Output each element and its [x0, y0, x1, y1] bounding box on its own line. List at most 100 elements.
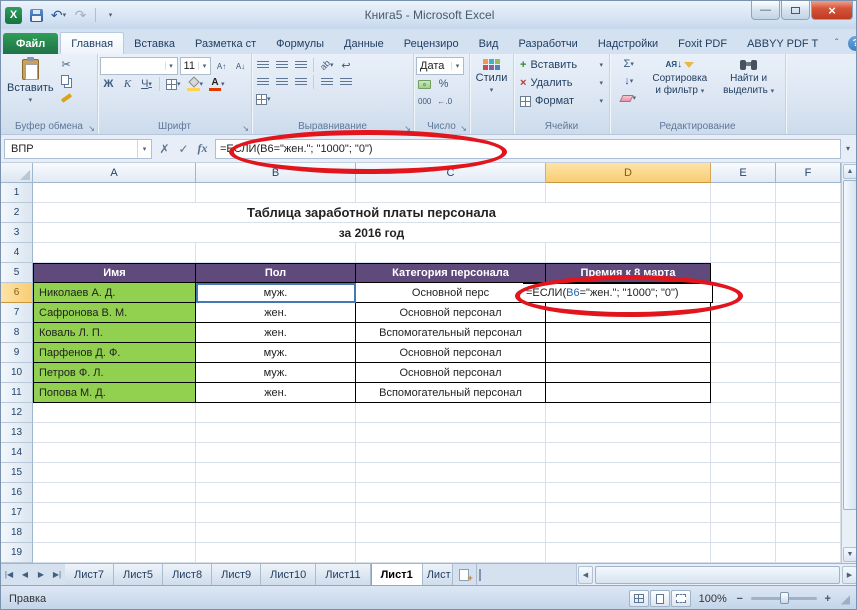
cell[interactable]: [33, 503, 196, 523]
table-cell-category[interactable]: Основной персонал: [356, 303, 546, 323]
sheet-tab[interactable]: Лист7: [65, 564, 115, 585]
sheet-tab[interactable]: Лист10: [261, 564, 317, 585]
underline-button[interactable]: Ч ▾: [138, 76, 155, 92]
cell[interactable]: [776, 343, 841, 363]
table-cell-category[interactable]: Основной персонал: [356, 343, 546, 363]
cell[interactable]: [776, 243, 841, 263]
cell[interactable]: [356, 243, 546, 263]
cell[interactable]: [711, 283, 776, 303]
italic-button[interactable]: К: [119, 76, 136, 92]
scroll-left-button[interactable]: ◀: [578, 565, 593, 584]
last-sheet-button[interactable]: ▶|: [49, 564, 65, 585]
tab-file[interactable]: Файл: [3, 33, 59, 54]
cell[interactable]: [711, 543, 776, 563]
merge-center-button[interactable]: ▾: [254, 91, 273, 107]
cell[interactable]: [196, 183, 356, 203]
undo-dropdown-icon[interactable]: ▾: [63, 11, 67, 19]
percent-style-button[interactable]: %: [435, 76, 452, 92]
row-header[interactable]: 9: [1, 343, 33, 363]
cell[interactable]: [196, 403, 356, 423]
resize-grip-icon[interactable]: ◢: [841, 592, 850, 606]
wrap-text-button[interactable]: ↩: [338, 57, 355, 73]
cell[interactable]: [356, 403, 546, 423]
customize-qat-button[interactable]: ▾: [101, 6, 120, 25]
table-cell-gender[interactable]: жен.: [196, 303, 356, 323]
excel-app-icon[interactable]: X: [5, 6, 22, 24]
autosum-button[interactable]: Σ ▾: [612, 56, 645, 72]
row-header[interactable]: 10: [1, 363, 33, 383]
name-box[interactable]: ВПР ▾: [4, 138, 152, 159]
cell[interactable]: [33, 543, 196, 563]
cell[interactable]: [776, 543, 841, 563]
column-header-c[interactable]: C: [356, 163, 546, 183]
close-button[interactable]: ×: [811, 1, 853, 20]
dialog-launcher-icon[interactable]: ↘: [242, 124, 249, 133]
row-header[interactable]: 4: [1, 243, 33, 263]
styles-button[interactable]: Стили ▾: [472, 56, 511, 97]
cell[interactable]: [711, 183, 776, 203]
table-header-cell[interactable]: Имя: [33, 263, 196, 283]
cell[interactable]: [776, 463, 841, 483]
cell[interactable]: [711, 223, 776, 243]
horizontal-scrollbar-thumb[interactable]: [595, 565, 840, 584]
find-select-button[interactable]: Найти и выделить ▾: [714, 56, 783, 106]
paste-button[interactable]: Вставить ▾: [3, 56, 58, 107]
cell[interactable]: [33, 463, 196, 483]
align-left-button[interactable]: [254, 74, 271, 90]
cell[interactable]: [546, 183, 711, 203]
cell[interactable]: [196, 523, 356, 543]
table-cell-gender[interactable]: муж.: [196, 363, 356, 383]
formula-input[interactable]: =ЕСЛИ(B6="жен."; "1000"; "0"): [215, 138, 841, 159]
cell[interactable]: [356, 543, 546, 563]
shrink-font-button[interactable]: А↓: [232, 58, 249, 74]
cell[interactable]: [776, 183, 841, 203]
fill-button[interactable]: ↓ ▾: [612, 73, 645, 89]
scroll-up-button[interactable]: ▲: [843, 164, 856, 179]
comma-style-button[interactable]: 000: [416, 93, 433, 109]
cell[interactable]: [711, 503, 776, 523]
cell[interactable]: [711, 303, 776, 323]
cell[interactable]: [776, 383, 841, 403]
cell[interactable]: [776, 523, 841, 543]
tab-addins[interactable]: Надстройки: [588, 33, 668, 54]
page-break-view-button[interactable]: [670, 590, 691, 607]
collapse-ribbon-button[interactable]: ˆ: [828, 35, 845, 51]
row-header[interactable]: 19: [1, 543, 33, 563]
row-header[interactable]: 3: [1, 223, 33, 243]
next-sheet-button[interactable]: ▶: [33, 564, 49, 585]
cell[interactable]: [33, 523, 196, 543]
sheet-tab[interactable]: Лист11: [316, 564, 371, 585]
cell[interactable]: [711, 403, 776, 423]
format-painter-button[interactable]: [58, 90, 75, 106]
cell[interactable]: [546, 363, 711, 383]
align-right-button[interactable]: [292, 74, 309, 90]
enter-entry-button[interactable]: ✓: [174, 139, 193, 158]
zoom-slider[interactable]: [750, 592, 817, 604]
cell[interactable]: [546, 503, 711, 523]
align-top-button[interactable]: [254, 57, 271, 73]
cell[interactable]: [196, 443, 356, 463]
cell[interactable]: [711, 463, 776, 483]
align-middle-button[interactable]: [273, 57, 290, 73]
vertical-scrollbar-thumb[interactable]: [843, 180, 856, 510]
cell[interactable]: [546, 523, 711, 543]
cell[interactable]: [776, 423, 841, 443]
cell[interactable]: [33, 243, 196, 263]
zoom-out-button[interactable]: −: [733, 592, 747, 606]
cell[interactable]: [711, 523, 776, 543]
row-header[interactable]: 8: [1, 323, 33, 343]
cell[interactable]: [711, 383, 776, 403]
row-header[interactable]: 1: [1, 183, 33, 203]
table-cell-gender[interactable]: жен.: [196, 383, 356, 403]
cell[interactable]: [776, 443, 841, 463]
table-cell-gender[interactable]: жен.: [196, 323, 356, 343]
cell[interactable]: [196, 463, 356, 483]
row-header[interactable]: 12: [1, 403, 33, 423]
cell[interactable]: [776, 263, 841, 283]
tab-insert[interactable]: Вставка: [124, 33, 185, 54]
cell[interactable]: [356, 423, 546, 443]
column-header-d[interactable]: D: [546, 163, 711, 183]
dialog-launcher-icon[interactable]: ↘: [88, 124, 95, 133]
cell[interactable]: [546, 483, 711, 503]
dialog-launcher-icon[interactable]: ↘: [404, 124, 411, 133]
